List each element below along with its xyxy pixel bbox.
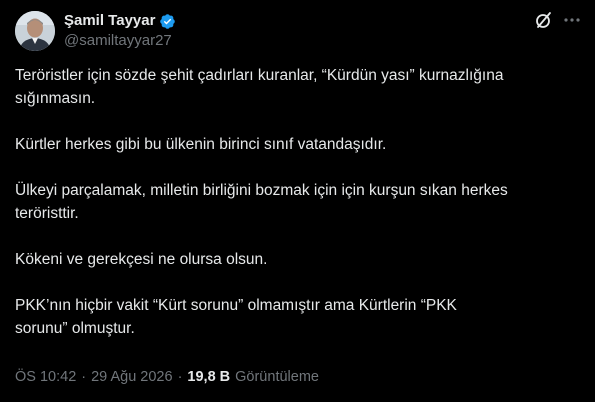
tweet-time[interactable]: ÖS 10:42 bbox=[15, 368, 76, 386]
tweet-date[interactable]: 29 Ağu 2026 bbox=[91, 368, 172, 386]
tweet-paragraph: Teröristler için sözde şehit çadırları k… bbox=[15, 67, 504, 107]
tweet-card: Şamil Tayyar @samiltayyar27 Teröristler … bbox=[0, 0, 595, 402]
tweet-paragraph: PKK’nın hiçbir vakit “Kürt sorunu” olmam… bbox=[15, 297, 457, 337]
avatar[interactable] bbox=[15, 11, 55, 51]
author-display-name[interactable]: Şamil Tayyar bbox=[64, 12, 155, 30]
author-name-row: Şamil Tayyar bbox=[64, 12, 176, 30]
verified-badge-icon[interactable] bbox=[159, 13, 176, 30]
meta-separator: · bbox=[81, 369, 87, 385]
tweet-paragraph: Kürtler herkes gibi bu ülkenin birinci s… bbox=[15, 136, 387, 153]
grok-icon[interactable] bbox=[534, 10, 554, 30]
tweet-paragraph: Kökeni ve gerekçesi ne olursa olsun. bbox=[15, 251, 268, 268]
author-handle[interactable]: @samiltayyar27 bbox=[64, 32, 172, 50]
meta-separator: · bbox=[177, 369, 183, 385]
views-count: 19,8 B bbox=[187, 369, 231, 385]
more-options-icon[interactable] bbox=[562, 10, 582, 30]
tweet-paragraph: Ülkeyi parçalamak, milletin birliğini bo… bbox=[15, 182, 508, 222]
tweet-meta: ÖS 10:42 · 29 Ağu 2026 · 19,8 B Görüntül… bbox=[15, 368, 319, 386]
views-label: Görüntüleme bbox=[235, 369, 319, 385]
tweet-text: Teröristler için sözde şehit çadırları k… bbox=[15, 64, 575, 363]
